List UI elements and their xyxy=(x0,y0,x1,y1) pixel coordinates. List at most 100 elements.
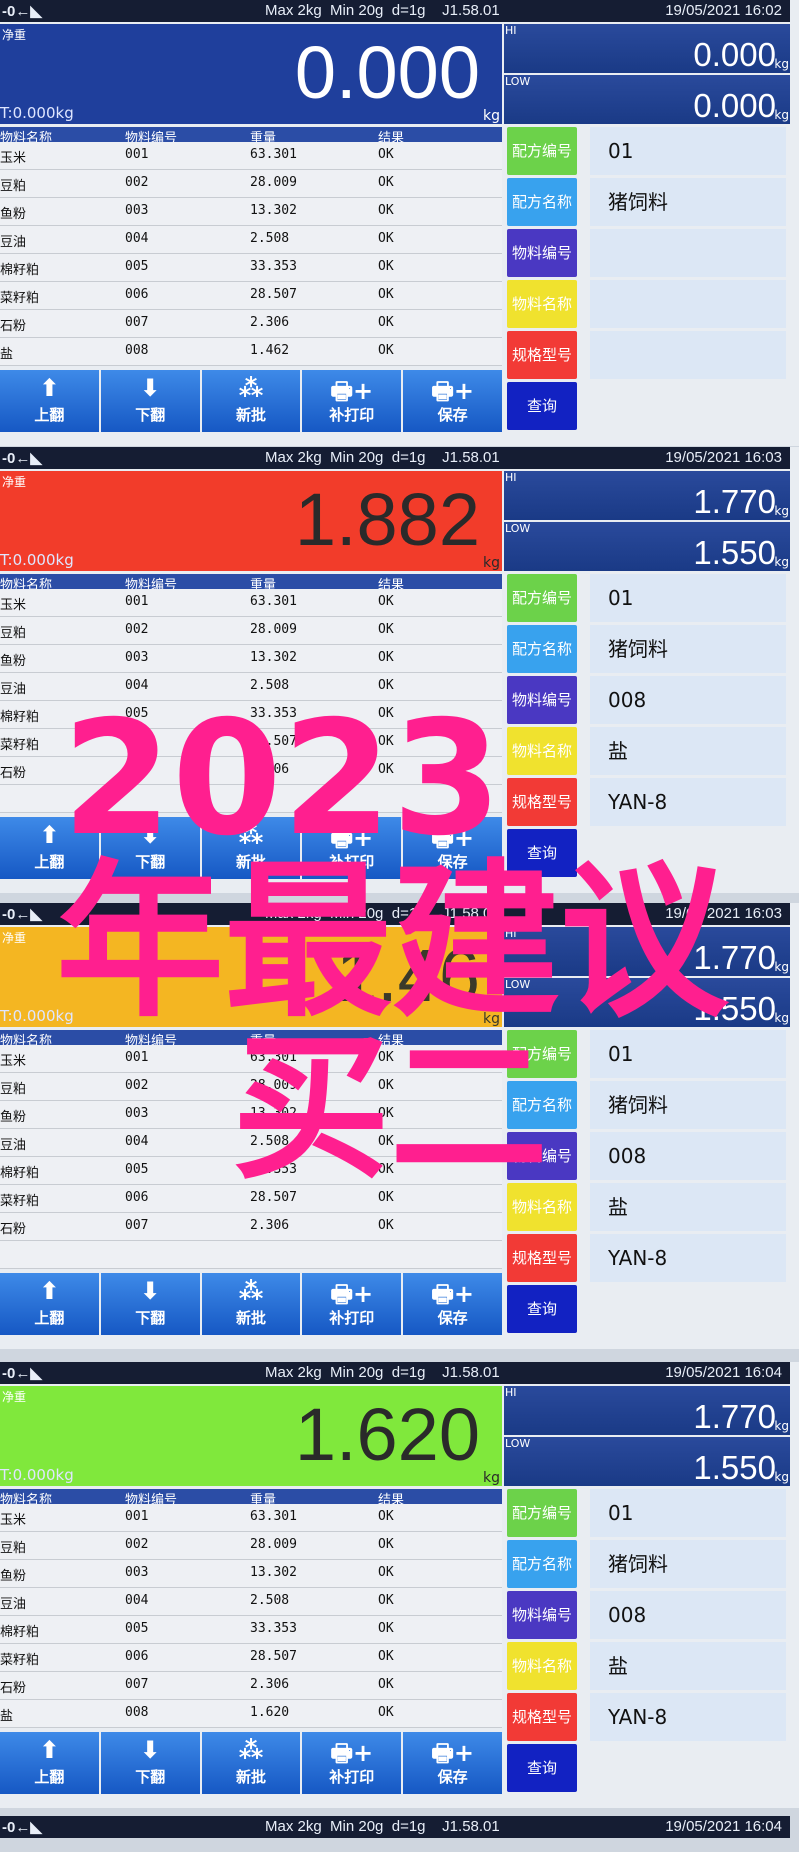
low-limit: LOW 1.550 kg xyxy=(504,522,790,571)
page-up-button[interactable]: ⬆ 上翻 xyxy=(0,1732,99,1794)
save-button[interactable]: 🖶+ 保存 xyxy=(403,1732,502,1794)
table-row[interactable]: 盐 008 1.462 OK xyxy=(0,338,502,366)
low-value: 0.000 xyxy=(693,87,776,124)
net-weight-value: 1.620 xyxy=(294,1393,480,1476)
page-up-button[interactable]: ⬆ 上翻 xyxy=(0,370,99,432)
net-weight-label: 净重 xyxy=(2,1390,27,1404)
recipe-name-button[interactable]: 配方名称 xyxy=(507,625,577,673)
table-row[interactable]: 菜籽粕 006 28.507 OK xyxy=(0,1644,502,1672)
table-row[interactable]: 棉籽粕 005 33.353 OK xyxy=(0,254,502,282)
query-button[interactable]: 查询 xyxy=(507,382,577,430)
printer-plus-icon: 🖶+ xyxy=(431,1280,474,1308)
table-cell: OK xyxy=(378,315,394,330)
table-row[interactable]: 盐 008 1.620 OK xyxy=(0,1700,502,1728)
hi-label: HI xyxy=(505,1386,517,1399)
reprint-button[interactable]: 🖶+ 补打印 xyxy=(302,1273,402,1335)
page-down-button[interactable]: ⬇ 下翻 xyxy=(100,370,200,432)
material-no-button[interactable]: 物料编号 xyxy=(507,229,577,277)
table-row[interactable]: 鱼粉 003 13.302 OK xyxy=(0,645,502,673)
table-row[interactable]: 鱼粉 003 13.302 OK xyxy=(0,1560,502,1588)
net-weight-value: 1.882 xyxy=(294,478,480,561)
table-row[interactable]: 石粉 007 2.306 OK xyxy=(0,1213,502,1241)
scale-specs: Max 2kg Min 20g d=1g J1.58.01 xyxy=(265,449,500,466)
table-cell: 菜籽粕 xyxy=(0,291,40,306)
table-row[interactable]: 玉米 001 63.301 OK xyxy=(0,142,502,170)
spec-model-button[interactable]: 规格型号 xyxy=(507,778,577,826)
material-no-button[interactable]: 物料编号 xyxy=(507,1591,577,1639)
table-row[interactable]: 棉籽粕 005 33.353 OK xyxy=(0,1616,502,1644)
table-row[interactable]: 豆油 004 2.508 OK xyxy=(0,226,502,254)
table-cell: OK xyxy=(378,343,394,358)
spec-model-button[interactable]: 规格型号 xyxy=(507,331,577,379)
table-row[interactable]: 豆粕 002 28.009 OK xyxy=(0,617,502,645)
recipe-name-button[interactable]: 配方名称 xyxy=(507,178,577,226)
save-button[interactable]: 🖶+ 保存 xyxy=(403,370,502,432)
table-row[interactable]: 石粉 007 2.306 OK xyxy=(0,1672,502,1700)
table-cell: 28.507 xyxy=(250,1649,297,1664)
table-cell: 13.302 xyxy=(250,650,297,665)
new-batch-button[interactable]: ⁂ 新批 xyxy=(201,1273,301,1335)
hi-limit: HI 0.000 kg xyxy=(504,24,790,73)
table-row[interactable]: 石粉 007 2.306 OK xyxy=(0,310,502,338)
new-batch-button[interactable]: ⁂ 新批 xyxy=(201,370,301,432)
tare-value: T:0.000kg xyxy=(0,1466,74,1484)
new-batch-button[interactable]: ⁂ 新批 xyxy=(201,1732,301,1794)
spec-model-button[interactable]: 规格型号 xyxy=(507,1234,577,1282)
table-cell: 006 xyxy=(125,287,149,302)
weight-display: 净重 1.882 T:0.000kg kg xyxy=(0,471,502,571)
query-button[interactable]: 查询 xyxy=(507,1744,577,1792)
status-bar: -0←◣ Max 2kg Min 20g d=1g J1.58.01 19/05… xyxy=(0,447,790,469)
table-cell: OK xyxy=(378,259,394,274)
spec-model-button[interactable]: 规格型号 xyxy=(507,1693,577,1741)
material-name-button[interactable]: 物料名称 xyxy=(507,1642,577,1690)
table-row[interactable]: 鱼粉 003 13.302 OK xyxy=(0,198,502,226)
material-name-button[interactable]: 物料名称 xyxy=(507,280,577,328)
table-row[interactable] xyxy=(0,1241,502,1269)
table-cell: 001 xyxy=(125,1050,149,1065)
table-row[interactable]: 豆油 004 2.508 OK xyxy=(0,1588,502,1616)
recipe-no-button[interactable]: 配方编号 xyxy=(507,1489,577,1537)
hi-unit: kg xyxy=(774,504,789,518)
reprint-button[interactable]: 🖶+ 补打印 xyxy=(302,370,402,432)
table-row[interactable]: 菜籽粕 006 28.507 OK xyxy=(0,282,502,310)
field-value: 01 xyxy=(590,574,786,622)
field-value: 008 xyxy=(590,1591,786,1639)
table-row[interactable]: 玉米 001 63.301 OK xyxy=(0,589,502,617)
table-cell: 005 xyxy=(125,259,149,274)
batch-icon: ⁂ xyxy=(238,374,264,402)
table-cell: 28.009 xyxy=(250,1537,297,1552)
material-no-button[interactable]: 物料编号 xyxy=(507,676,577,724)
table-cell: 003 xyxy=(125,650,149,665)
weight-unit: kg xyxy=(483,1470,500,1486)
save-button[interactable]: 🖶+ 保存 xyxy=(403,1273,502,1335)
material-name-button[interactable]: 物料名称 xyxy=(507,727,577,775)
field-value: YAN-8 xyxy=(590,778,786,826)
query-button[interactable]: 查询 xyxy=(507,1285,577,1333)
arrow-up-icon: ⬆ xyxy=(39,374,60,402)
arrow-up-icon: ⬆ xyxy=(39,1736,60,1764)
field-value xyxy=(590,280,786,328)
table-row[interactable]: 豆粕 002 28.009 OK xyxy=(0,170,502,198)
field-value: YAN-8 xyxy=(590,1234,786,1282)
status-icons: -0←◣ xyxy=(2,450,42,467)
page-down-button[interactable]: ⬇ 下翻 xyxy=(100,1732,200,1794)
low-label: LOW xyxy=(505,522,531,535)
table-row[interactable]: 豆粕 002 28.009 OK xyxy=(0,1532,502,1560)
table-row[interactable]: 玉米 001 63.301 OK xyxy=(0,1504,502,1532)
table-cell: 2.306 xyxy=(250,1218,290,1233)
table-header: 物料名称 物料编号 重量 结果 xyxy=(0,1489,502,1508)
recipe-no-button[interactable]: 配方编号 xyxy=(507,574,577,622)
printer-plus-icon: 🖶+ xyxy=(431,1739,474,1767)
page-down-button[interactable]: ⬇ 下翻 xyxy=(100,1273,200,1335)
status-bar: -0←◣ Max 2kg Min 20g d=1g J1.58.01 19/05… xyxy=(0,0,790,22)
action-toolbar: ⬆ 上翻 ⬇ 下翻 ⁂ 新批 🖶+ 补打印 🖶+ 保存 xyxy=(0,1732,502,1794)
recipe-no-button[interactable]: 配方编号 xyxy=(507,127,577,175)
reprint-button[interactable]: 🖶+ 补打印 xyxy=(302,1732,402,1794)
table-cell: 001 xyxy=(125,594,149,609)
table-cell: 豆粕 xyxy=(0,179,27,194)
table-cell: 鱼粉 xyxy=(0,1569,27,1584)
page-up-button[interactable]: ⬆ 上翻 xyxy=(0,1273,99,1335)
arrow-down-icon: ⬇ xyxy=(140,1277,161,1305)
recipe-name-button[interactable]: 配方名称 xyxy=(507,1540,577,1588)
table-cell: 2.508 xyxy=(250,231,290,246)
